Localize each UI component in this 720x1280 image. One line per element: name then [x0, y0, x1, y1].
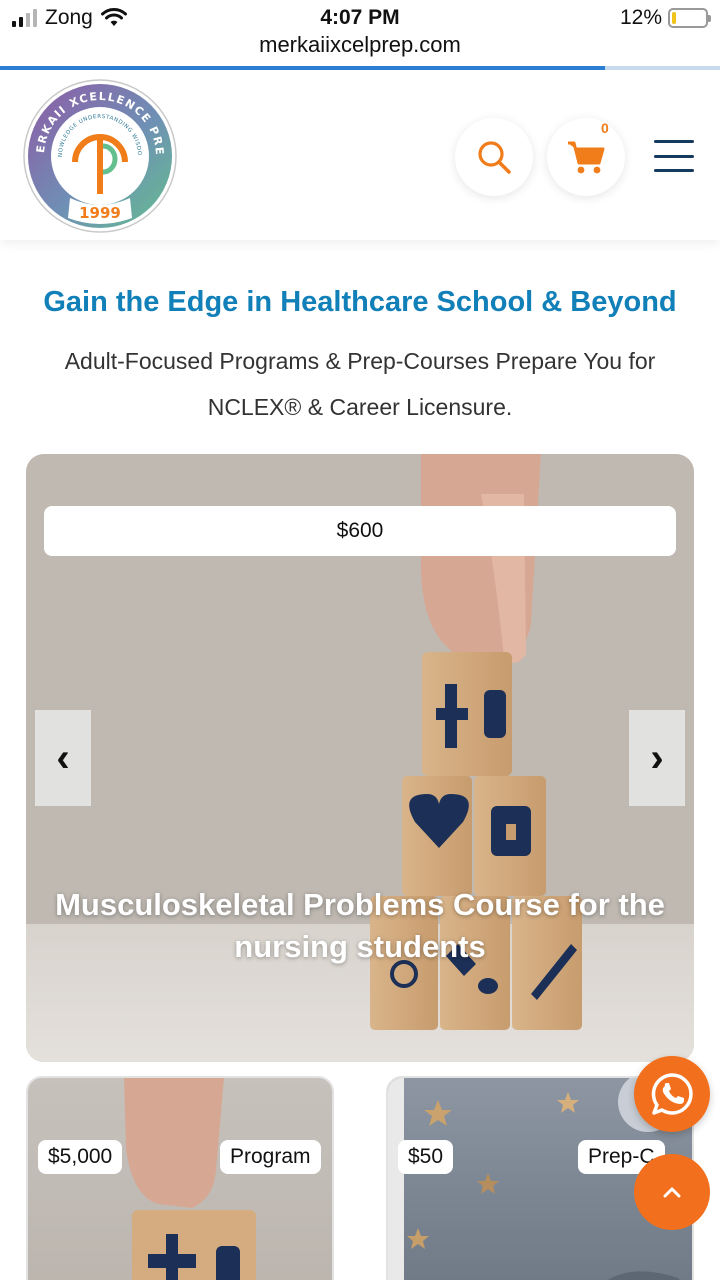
course-image	[124, 1078, 256, 1280]
hamburger-menu-button[interactable]	[650, 136, 698, 176]
page-headline: Gain the Edge in Healthcare School & Bey…	[43, 286, 677, 318]
site-logo[interactable]: MERKAII XCELLENCE PREP KNOWLEDGE UNDERST…	[22, 78, 178, 234]
carousel-prev-button[interactable]: ‹	[35, 710, 91, 806]
clock: 4:07 PM	[320, 6, 400, 29]
search-button[interactable]	[455, 118, 533, 196]
whatsapp-chat-button[interactable]	[634, 1056, 710, 1132]
scroll-to-top-button[interactable]	[634, 1154, 710, 1230]
course-price-badge: $5,000	[38, 1140, 123, 1174]
menu-line	[654, 169, 694, 172]
carousel-next-button[interactable]: ›	[629, 710, 685, 806]
logo-year: 1999	[79, 204, 121, 222]
course-price-badge: $600	[44, 506, 676, 556]
battery-percent: 12%	[619, 6, 662, 29]
course-title[interactable]: Musculoskeletal Problems Course for the …	[36, 884, 684, 968]
page-subheadline: Adult-Focused Programs & Prep-Courses Pr…	[64, 348, 656, 420]
cart-count-badge: 0	[601, 120, 609, 136]
search-icon	[478, 141, 511, 174]
status-right: 12%	[619, 6, 711, 30]
chevron-up-icon	[663, 1187, 681, 1198]
featured-course-card[interactable]: $600 ‹ › Musculoskeletal Problems Course…	[26, 454, 694, 1062]
status-bar: Zong 4:07 PM 12%	[0, 0, 720, 36]
course-category-badge: Program	[220, 1140, 321, 1174]
whatsapp-icon	[651, 1073, 693, 1115]
site-header: MERKAII XCELLENCE PREP KNOWLEDGE UNDERST…	[0, 70, 720, 240]
battery-fill	[672, 12, 676, 24]
url-bar[interactable]: merkaiixcelprep.com	[0, 32, 720, 58]
cart-button[interactable]	[547, 118, 625, 196]
shopping-cart-icon	[568, 141, 605, 174]
course-price-badge: $50	[398, 1140, 454, 1174]
course-card[interactable]: $5,000 Program	[26, 1076, 334, 1280]
menu-line	[654, 140, 694, 143]
battery-icon	[668, 8, 711, 28]
menu-line	[654, 154, 694, 158]
